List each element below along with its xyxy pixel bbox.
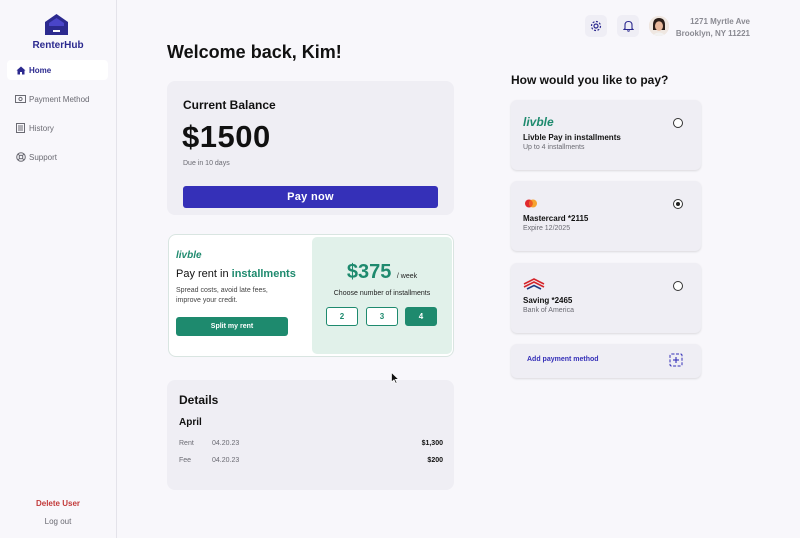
promo-subtext: Spread costs, avoid late fees, improve y… [176, 287, 268, 304]
logout-button[interactable]: Log out [0, 517, 116, 526]
sidebar-item-label: Home [29, 65, 52, 75]
installment-chooser: $375 / week Choose number of installment… [312, 237, 452, 354]
pay-now-button[interactable]: Pay now [183, 186, 438, 208]
row-label: Fee [179, 457, 192, 464]
row-amount: $200 [427, 457, 443, 464]
page-title: Welcome back, Kim! [167, 42, 342, 62]
weekly-unit: / week [396, 273, 418, 280]
payment-option-saving[interactable]: Saving *2465 Bank of America [511, 263, 701, 333]
settings-button[interactable] [585, 15, 607, 37]
installment-option-2[interactable]: 2 [326, 307, 358, 326]
address: 1271 Myrtle Ave Brooklyn, NY 11221 [672, 16, 750, 40]
choose-installments-label: Choose number of installments [333, 290, 431, 297]
house-logo-icon [45, 14, 68, 35]
notifications-button[interactable] [617, 15, 639, 37]
mastercard-icon [525, 199, 537, 208]
installment-option-4[interactable]: 4 [405, 307, 437, 326]
details-card: Details April Rent 04.20.23 $1,300 Fee 0… [167, 380, 454, 490]
payment-radio[interactable] [673, 118, 683, 128]
promo-headline: Pay rent in installments [176, 268, 296, 280]
sidebar-item-label: Support [29, 152, 58, 162]
support-icon [15, 152, 26, 162]
balance-amount: $1500 [182, 119, 271, 154]
history-icon [15, 123, 26, 133]
weekly-amount: $375 / week [312, 261, 452, 284]
payment-radio[interactable] [673, 199, 683, 209]
row-date: 04.20.23 [212, 440, 240, 447]
installment-option-3[interactable]: 3 [366, 307, 398, 326]
add-payment-method-label: Add payment method [527, 356, 599, 363]
payment-option-name: Livble Pay in installments [523, 133, 621, 142]
address-line2: Brooklyn, NY 11221 [675, 29, 750, 38]
payment-option-name: Saving *2465 [523, 296, 573, 305]
sidebar-item-home[interactable]: Home [7, 60, 108, 80]
sidebar-item-history[interactable]: History [7, 118, 108, 138]
sidebar: RenterHub Home Payment Method History Su… [0, 0, 117, 538]
promo-headline-prefix: Pay rent in [176, 268, 232, 280]
livble-logo: livble [176, 250, 202, 261]
details-title: Details [179, 393, 219, 407]
row-label: Rent [179, 440, 194, 447]
payment-option-livble[interactable]: livble Livble Pay in installments Up to … [511, 100, 701, 170]
add-card-icon [669, 353, 683, 367]
bank-of-america-icon [523, 278, 545, 290]
payment-question: How would you like to pay? [511, 73, 669, 87]
cash-icon [15, 94, 26, 104]
row-date: 04.20.23 [212, 457, 240, 464]
sidebar-item-label: History [29, 123, 54, 133]
balance-card: Current Balance $1500 Due in 10 days Pay… [167, 81, 454, 215]
bell-icon [622, 20, 634, 32]
table-row: Fee 04.20.23 $200 [179, 457, 443, 467]
sidebar-item-label: Payment Method [29, 94, 90, 104]
mouse-cursor-icon [391, 372, 399, 384]
payment-option-sub: Bank of America [523, 307, 574, 314]
payment-option-sub: Up to 4 installments [523, 144, 585, 151]
livble-logo: livble [523, 115, 554, 129]
row-amount: $1,300 [421, 440, 443, 447]
details-month: April [179, 417, 202, 428]
gear-icon [590, 20, 602, 32]
payment-radio[interactable] [673, 281, 683, 291]
split-rent-button[interactable]: Split my rent [176, 317, 288, 336]
address-line1: 1271 Myrtle Ave [690, 17, 750, 26]
balance-title: Current Balance [183, 98, 276, 112]
delete-user-button[interactable]: Delete User [0, 499, 116, 508]
payment-option-mastercard[interactable]: Mastercard *2115 Expire 12/2025 [511, 181, 701, 251]
avatar[interactable] [649, 16, 669, 36]
sidebar-item-payment-method[interactable]: Payment Method [7, 89, 108, 109]
balance-due: Due in 10 days [183, 160, 230, 167]
promo-info: livble Pay rent in installments Spread c… [169, 235, 312, 356]
brand-name: RenterHub [32, 40, 84, 51]
payment-option-sub: Expire 12/2025 [523, 225, 571, 232]
home-icon [15, 65, 26, 75]
table-row: Rent 04.20.23 $1,300 [179, 440, 443, 450]
sidebar-item-support[interactable]: Support [7, 147, 108, 167]
promo-headline-highlight: installments [231, 268, 296, 280]
payment-option-name: Mastercard *2115 [523, 214, 589, 223]
installments-promo: livble Pay rent in installments Spread c… [168, 234, 454, 357]
weekly-amount-value: $375 [346, 261, 392, 283]
add-payment-method-button[interactable]: Add payment method [511, 344, 701, 378]
